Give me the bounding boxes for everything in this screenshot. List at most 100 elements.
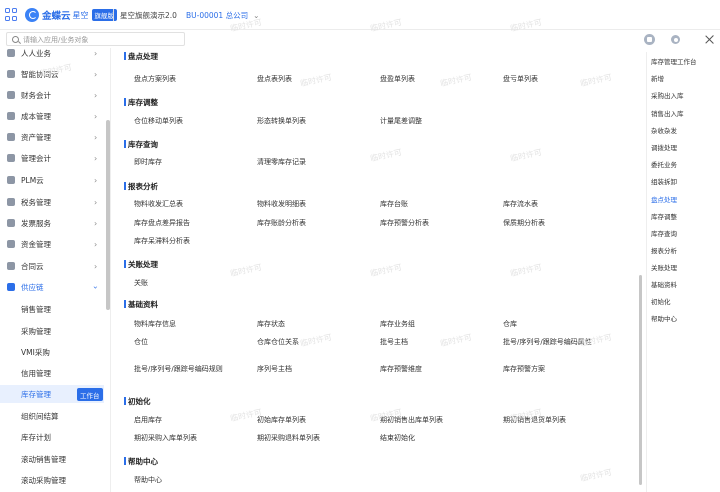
section-title: 盘点处理 [128,52,158,61]
sidebar-sub-inventory[interactable]: 库存管理 工作台 [0,385,104,403]
anchor-item[interactable]: 初始化 [651,296,671,306]
link-item[interactable]: 库存流水表 [503,200,538,209]
link-item[interactable]: 期初采购入库单列表 [134,434,197,443]
sidebar-item-contract[interactable]: 合同云 › [0,257,104,275]
anchor-item[interactable]: 关账处理 [651,262,677,272]
search-input[interactable] [23,34,183,45]
workbench-tag[interactable]: 工作台 [77,388,103,401]
sidebar-item-mgmt-accounting[interactable]: 管理会计 › [0,149,104,167]
link-item[interactable]: 仓位移动单列表 [134,117,183,126]
link-item[interactable]: 批号/序列号/跟踪号编码属性 [503,338,595,347]
main-scrollbar[interactable] [639,275,642,485]
sidebar-item-tax[interactable]: 税务管理 › [0,193,104,211]
anchor-item[interactable]: 委托业务 [651,159,677,169]
chevron-right-icon: › [94,239,98,249]
link-item[interactable]: 保质期分析表 [503,219,545,228]
module-icon [7,262,15,270]
link-item[interactable]: 物料收发汇总表 [134,200,183,209]
sidebar-item-asset[interactable]: 资产管理 › [0,128,104,146]
link-item[interactable]: 库存呆滞料分析表 [134,237,190,246]
anchor-item[interactable]: 调拨处理 [651,142,677,152]
link-item[interactable]: 库存状态 [257,320,285,329]
sidebar-sub-rolling-purchase[interactable]: 滚动采购管理 [0,471,104,489]
link-item[interactable]: 关账 [134,279,148,288]
link-item[interactable]: 初始库存单列表 [257,416,306,425]
link-item[interactable]: 期初销售退货单列表 [503,416,566,425]
app-header: 金蝶云 星空 旗舰版 星空旗舰演示2.0 BU-00001 总公司 ⌄ [0,0,720,30]
chevron-right-icon: › [94,261,98,271]
link-item[interactable]: 仓库仓位关系 [257,338,299,347]
anchor-item[interactable]: 帮助中心 [651,313,677,323]
link-item[interactable]: 库存预警维度 [380,365,422,374]
section-marker [124,52,126,60]
link-item[interactable]: 盘亏单列表 [503,75,538,84]
link-item[interactable]: 清理零库存记录 [257,158,306,167]
sidebar-sub-settlement[interactable]: 组织间结算 [0,407,104,425]
link-item[interactable]: 库存预警方案 [503,365,545,374]
link-item[interactable]: 库存预警分析表 [380,219,429,228]
link-item[interactable]: 物料收发明细表 [257,200,306,209]
chevron-right-icon: › [94,175,98,185]
sidebar-sub-rolling-sales[interactable]: 滚动销售管理 [0,450,104,468]
anchor-item[interactable]: 杂收杂发 [651,125,677,135]
anchor-item[interactable]: 销售出入库 [651,108,684,118]
app-grid-icon[interactable] [5,8,18,21]
module-icon [7,154,15,162]
anchor-item[interactable]: 组装拆卸 [651,176,677,186]
sidebar-item-renren[interactable]: 人人业务 › [0,48,104,62]
chevron-down-icon: › [91,285,101,289]
gear-icon[interactable] [670,34,681,45]
link-item[interactable]: 盘点表列表 [257,75,292,84]
link-item[interactable]: 结束初始化 [380,434,415,443]
sidebar-item-plm[interactable]: PLM云 › [0,171,104,189]
anchor-item[interactable]: 采购出入库 [651,90,684,100]
link-item[interactable]: 计量尾差调整 [380,117,422,126]
link-item[interactable]: 期初销售出库单列表 [380,416,443,425]
org-switcher[interactable]: BU-00001 总公司 ⌄ [186,10,259,21]
app-name: 星空旗舰演示2.0 [120,11,177,20]
link-item[interactable]: 盘盈单列表 [380,75,415,84]
search-box[interactable] [6,32,185,46]
sidebar-sub-vmi[interactable]: VMI采购 [0,343,104,361]
link-item[interactable]: 序列号主档 [257,365,292,374]
link-item[interactable]: 形态转换单列表 [257,117,306,126]
section-title: 帮助中心 [128,457,158,466]
anchor-item[interactable]: 基础资料 [651,279,677,289]
anchor-item[interactable]: 库存管理工作台 [651,56,697,66]
link-item[interactable]: 库存账龄分析表 [257,219,306,228]
sidebar-sub-sales[interactable]: 销售管理 [0,300,104,318]
link-item[interactable]: 库存业务组 [380,320,415,329]
anchor-item[interactable]: 库存查询 [651,228,677,238]
link-item[interactable]: 期初采购退料单列表 [257,434,320,443]
sidebar-item-treasury[interactable]: 资金管理 › [0,235,104,253]
anchor-item-active[interactable]: 盘点处理 [651,194,677,204]
link-item[interactable]: 库存盘点差异报告 [134,219,190,228]
close-icon[interactable] [705,35,714,44]
sidebar-item-cost[interactable]: 成本管理 › [0,107,104,125]
help-icon[interactable] [644,34,655,45]
sidebar-item-invoice[interactable]: 发票服务 › [0,214,104,232]
link-item[interactable]: 批号/序列号/跟踪号编码规则 [134,365,226,374]
anchor-item[interactable]: 新增 [651,73,664,83]
sidebar-sub-purchase[interactable]: 采购管理 [0,322,104,340]
module-icon [7,133,15,141]
link-item[interactable]: 盘点方案列表 [134,75,176,84]
sidebar-item-collab[interactable]: 智能协同云 › [0,65,104,83]
sidebar-scrollbar[interactable] [106,120,110,310]
link-item[interactable]: 帮助中心 [134,476,162,485]
sidebar-sub-credit[interactable]: 信用管理 [0,364,104,382]
link-item[interactable]: 即时库存 [134,158,162,167]
link-item[interactable]: 库存台账 [380,200,408,209]
anchor-item[interactable]: 报表分析 [651,245,677,255]
link-item[interactable]: 物料库存信息 [134,320,176,329]
chevron-right-icon: › [94,111,98,121]
chevron-right-icon: › [94,48,98,58]
link-item[interactable]: 启用库存 [134,416,162,425]
link-item[interactable]: 批号主档 [380,338,408,347]
sidebar-sub-inv-plan[interactable]: 库存计划 [0,428,104,446]
link-item[interactable]: 仓位 [134,338,148,347]
sidebar-item-finance[interactable]: 财务会计 › [0,86,104,104]
sidebar-item-supply-chain[interactable]: 供应链 › [0,278,104,296]
anchor-item[interactable]: 库存调整 [651,211,677,221]
link-item[interactable]: 仓库 [503,320,517,329]
